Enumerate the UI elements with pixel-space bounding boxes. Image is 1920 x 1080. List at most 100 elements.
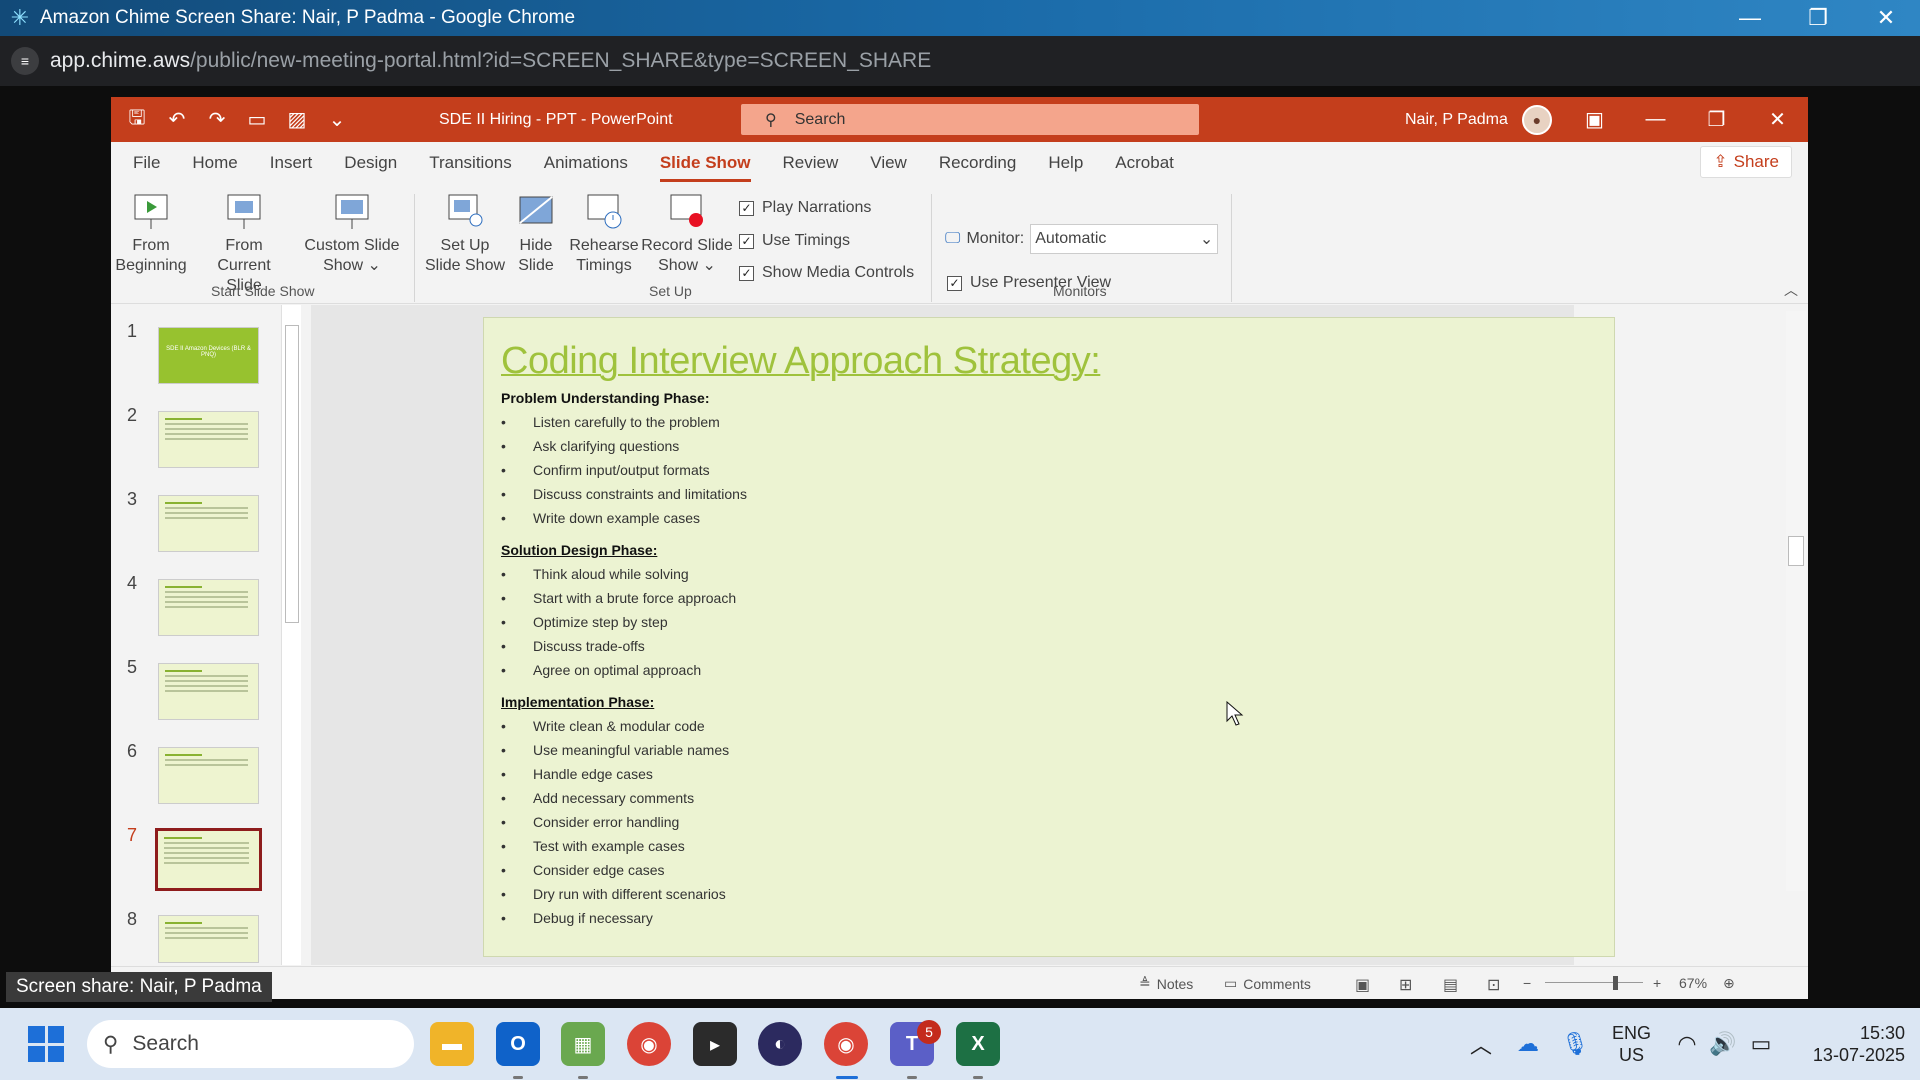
wifi-icon[interactable]: ◠ [1672, 1008, 1702, 1080]
record-slide-show-button[interactable]: Record Slide Show ⌄ [641, 192, 733, 276]
zoom-in-icon[interactable]: + [1653, 975, 1661, 991]
tab-acrobat[interactable]: Acrobat [1115, 153, 1174, 173]
chrome-active-icon[interactable]: ◉ [824, 1022, 868, 1066]
onedrive-icon[interactable]: ☁ [1512, 1008, 1544, 1080]
thumbnail-slide-5[interactable]: 5 [111, 653, 291, 723]
close-icon[interactable]: ✕ [1852, 0, 1920, 36]
play-narrations-checkbox[interactable]: ✓ Play Narrations [739, 199, 871, 217]
start-button[interactable] [28, 1026, 64, 1062]
zoom-level[interactable]: 67% [1679, 975, 1707, 991]
tab-file[interactable]: File [133, 153, 160, 173]
zoom-slider[interactable] [1545, 982, 1643, 983]
eclipse-icon[interactable]: ◐ [758, 1022, 802, 1066]
tab-insert[interactable]: Insert [270, 153, 313, 173]
slide-sorter-icon[interactable]: ⊞ [1399, 975, 1412, 995]
thumbnail-slide-4[interactable]: 4 [111, 569, 291, 639]
present-icon[interactable]: ▭ [243, 107, 271, 132]
normal-view-icon[interactable]: ▣ [1355, 975, 1370, 995]
monitor-dropdown[interactable]: Automatic ⌄ [1030, 224, 1219, 254]
notes-button[interactable]: ≜ Notes [1139, 975, 1193, 992]
thumbnail-slide-7[interactable]: 7 [111, 821, 291, 891]
site-info-icon[interactable]: ≡ [0, 47, 50, 75]
slide-vertical-scrollbar[interactable] [1786, 311, 1806, 891]
tab-help[interactable]: Help [1048, 153, 1083, 173]
share-button[interactable]: ⇪ Share [1700, 146, 1792, 178]
ppt-search-box[interactable]: ⚲ Search [741, 104, 1199, 135]
comments-button[interactable]: ▭ Comments [1224, 975, 1311, 992]
set-up-slide-show-button[interactable]: Set Up Slide Show [424, 192, 506, 276]
slide-7[interactable]: Coding Interview Approach Strategy: Prob… [483, 317, 1615, 957]
list-item: • Handle edge cases [501, 766, 653, 782]
file-explorer-icon[interactable]: ▬ [430, 1022, 474, 1066]
outlook-icon[interactable]: O [496, 1022, 540, 1066]
tab-animations[interactable]: Animations [544, 153, 628, 173]
tab-transitions[interactable]: Transitions [429, 153, 512, 173]
record-slide-show-icon [670, 194, 703, 227]
sheet-app-icon[interactable]: ▦ [561, 1022, 605, 1066]
rehearse-timings-button[interactable]: Rehearse Timings [568, 192, 640, 276]
excel-icon[interactable]: X [956, 1022, 1000, 1066]
thumbnail-slide-1[interactable]: 1 SDE II Amazon Devices (BLR & PNQ) [111, 317, 291, 387]
minimize-icon[interactable]: — [1716, 0, 1784, 36]
use-timings-checkbox[interactable]: ✓ Use Timings [739, 232, 850, 250]
tab-review[interactable]: Review [783, 153, 839, 173]
language-indicator[interactable]: ENG US [1612, 1022, 1651, 1066]
tab-design[interactable]: Design [344, 153, 397, 173]
thumbnail-slide-3[interactable]: 3 [111, 485, 291, 555]
from-beginning-button[interactable]: From Beginning [115, 192, 187, 276]
hide-slide-icon [519, 196, 553, 224]
thumbnails-scrollbar[interactable] [281, 305, 301, 965]
list-item: • Test with example cases [501, 838, 685, 854]
from-current-slide-button[interactable]: From Current Slide [199, 192, 289, 296]
url-text[interactable]: app.chime.aws/public/new-meeting-portal.… [50, 49, 931, 73]
tab-slide-show[interactable]: Slide Show [659, 153, 751, 182]
customize-qat-icon[interactable]: ⌄ [323, 107, 351, 132]
thumbnail-slide-2[interactable]: 2 [111, 401, 291, 471]
terminal-icon[interactable]: ▸ [693, 1022, 737, 1066]
slide-show-view-icon[interactable]: ⊡ [1487, 975, 1500, 995]
redo-icon[interactable]: ↷ [203, 107, 231, 132]
zoom-out-icon[interactable]: − [1523, 975, 1531, 991]
thumbnail-slide-6[interactable]: 6 [111, 737, 291, 807]
ppt-close-icon[interactable]: ✕ [1747, 97, 1808, 142]
chrome-icon[interactable]: ◉ [627, 1022, 671, 1066]
taskbar-search[interactable]: ⚲ Search [87, 1020, 414, 1068]
thumbnail-slide-8[interactable]: 8 [111, 905, 291, 975]
custom-slide-show-button[interactable]: Custom Slide Show ⌄ [302, 192, 402, 276]
divider [1231, 194, 1232, 302]
save-icon[interactable]: 🖫 [123, 103, 151, 137]
list-item: • Consider error handling [501, 814, 680, 830]
list-item: • Write clean & modular code [501, 718, 705, 734]
clock[interactable]: 15:30 13-07-2025 [1795, 1022, 1905, 1066]
ppt-title-bar: 🖫 ↶ ↷ ▭ ▨ ⌄ SDE II Hiring - PPT - PowerP… [111, 97, 1808, 142]
ppt-restore-icon[interactable]: ❐ [1686, 97, 1747, 142]
show-media-controls-checkbox[interactable]: ✓ Show Media Controls [739, 264, 914, 282]
group-set-up: Set Up [649, 283, 692, 299]
address-bar[interactable]: ≡ app.chime.aws/public/new-meeting-porta… [0, 36, 1920, 86]
show-hidden-icons-icon[interactable]: ︿ [1466, 1008, 1496, 1080]
hide-slide-button[interactable]: Hide Slide [511, 192, 561, 276]
zoom-slider-thumb[interactable] [1613, 976, 1618, 990]
tab-recording[interactable]: Recording [939, 153, 1017, 173]
avatar[interactable]: ● [1521, 104, 1552, 135]
account[interactable]: Nair, P Padma ● [1405, 97, 1552, 142]
ppt-minimize-icon[interactable]: — [1625, 97, 1686, 142]
restore-icon[interactable]: ❐ [1784, 0, 1852, 36]
microphone-icon[interactable]: 🎙 [1560, 1008, 1590, 1080]
tab-view[interactable]: View [870, 153, 907, 173]
fit-to-window-icon[interactable]: ⊕ [1723, 975, 1735, 992]
undo-icon[interactable]: ↶ [163, 107, 191, 132]
user-name: Nair, P Padma [1405, 110, 1508, 128]
list-item: • Discuss constraints and limitations [501, 486, 747, 502]
custom-slide-show-icon [335, 194, 369, 229]
scroll-thumb[interactable] [1788, 536, 1804, 566]
collapse-ribbon-icon[interactable]: ︿ [1784, 280, 1798, 300]
ribbon-display-icon[interactable]: ▣ [1564, 97, 1625, 142]
battery-icon[interactable]: ▭ [1746, 1008, 1776, 1080]
reading-view-icon[interactable]: ▤ [1443, 975, 1458, 995]
picture-icon[interactable]: ▨ [283, 107, 311, 132]
list-item: • Debug if necessary [501, 910, 653, 926]
scroll-thumb[interactable] [285, 325, 299, 623]
volume-icon[interactable]: 🔊 [1708, 1008, 1738, 1080]
tab-home[interactable]: Home [192, 153, 237, 173]
